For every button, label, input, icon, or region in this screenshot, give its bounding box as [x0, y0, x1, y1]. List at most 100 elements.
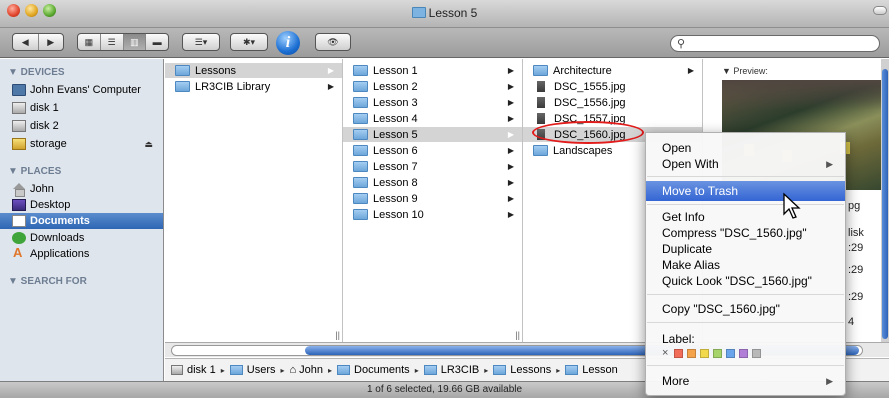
- path-crumb-john[interactable]: ⌂ John: [290, 364, 324, 376]
- sidebar-item-desktop[interactable]: Desktop: [0, 197, 163, 213]
- no-label-button[interactable]: ×: [662, 347, 668, 359]
- image-file-icon: [537, 97, 545, 108]
- back-button[interactable]: ◀: [13, 34, 39, 50]
- menu-item-open[interactable]: Open: [646, 140, 845, 156]
- list-item[interactable]: Lesson 2 ▶: [343, 79, 522, 94]
- preview-meta: 4: [848, 316, 855, 328]
- menu-item-copy[interactable]: Copy "DSC_1560.jpg": [646, 301, 845, 317]
- back-forward-buttons: ◀ ▶: [12, 33, 64, 51]
- menu-item-get-info[interactable]: Get Info: [646, 209, 845, 225]
- applications-icon: [12, 245, 26, 260]
- list-item[interactable]: Lesson 10 ▶: [343, 207, 522, 222]
- sidebar-item-storage[interactable]: storage ⏏: [0, 136, 163, 152]
- column-resize-handle[interactable]: ||: [335, 330, 340, 340]
- path-crumb-lessons[interactable]: Lessons: [493, 364, 551, 376]
- menu-separator: [647, 204, 844, 205]
- item-label: Lesson 10: [373, 208, 424, 221]
- arrange-icon: ☰▾: [194, 36, 208, 47]
- path-crumb-disk-1[interactable]: disk 1: [171, 364, 216, 376]
- arrange-button[interactable]: ☰▾: [182, 33, 220, 51]
- list-item[interactable]: Lesson 8 ▶: [343, 175, 522, 190]
- chevron-right-icon: ▶: [327, 66, 334, 75]
- menu-item-make-alias[interactable]: Make Alias: [646, 257, 845, 273]
- menu-item-more[interactable]: More ▶: [646, 373, 845, 389]
- path-crumb-lesson[interactable]: Lesson: [565, 364, 618, 376]
- column-view-button[interactable]: ▥: [123, 34, 147, 50]
- label-purple-swatch[interactable]: [739, 348, 749, 358]
- folder-icon: [337, 365, 351, 375]
- documents-icon: [12, 215, 26, 227]
- list-item[interactable]: Lesson 4 ▶: [343, 111, 522, 126]
- item-label: LR3CIB Library: [195, 80, 271, 93]
- sidebar-item-disk-2[interactable]: disk 2: [0, 118, 163, 134]
- folder-icon: [353, 145, 368, 156]
- menu-item-compress[interactable]: Compress "DSC_1560.jpg": [646, 225, 845, 241]
- list-item[interactable]: Lesson 3 ▶: [343, 95, 522, 110]
- eject-icon[interactable]: ⏏: [144, 139, 153, 150]
- menu-item-quick-look[interactable]: Quick Look "DSC_1560.jpg": [646, 273, 845, 289]
- places-heading[interactable]: ▼ PLACES: [8, 166, 61, 177]
- forward-button[interactable]: ▶: [39, 34, 64, 50]
- list-item[interactable]: Lesson 9 ▶: [343, 191, 522, 206]
- quick-look-button[interactable]: 👁: [315, 33, 351, 51]
- list-view-button[interactable]: ☰: [101, 34, 124, 50]
- folder-icon: [353, 193, 368, 204]
- vertical-scrollbar[interactable]: [881, 59, 889, 342]
- folder-icon: [565, 365, 579, 375]
- label-gray-swatch[interactable]: [752, 348, 762, 358]
- list-item[interactable]: Lesson 1 ▶: [343, 63, 522, 78]
- search-for-heading[interactable]: ▼ SEARCH FOR: [8, 276, 87, 287]
- computer-icon: [12, 84, 26, 96]
- folder-icon: [353, 65, 368, 76]
- list-item[interactable]: Lesson 7 ▶: [343, 159, 522, 174]
- sidebar-item-label: Downloads: [30, 232, 85, 244]
- list-item[interactable]: Lesson 5 ▶: [343, 127, 522, 142]
- image-file-icon: [537, 113, 545, 124]
- sidebar-item-disk-1[interactable]: disk 1: [0, 100, 163, 116]
- label-yellow-swatch[interactable]: [700, 348, 710, 358]
- view-mode-buttons: ▦ ☰ ▥ ▬: [77, 33, 169, 51]
- menu-separator: [647, 365, 844, 366]
- item-label: Lesson 4: [373, 112, 418, 125]
- list-item[interactable]: LR3CIB Library ▶: [165, 79, 342, 94]
- sidebar-item-downloads[interactable]: Downloads: [0, 230, 163, 246]
- sidebar-item-documents[interactable]: Documents: [0, 213, 163, 229]
- info-button[interactable]: i: [276, 31, 300, 55]
- item-label: Lessons: [195, 64, 236, 77]
- list-item[interactable]: Architecture ▶: [523, 63, 702, 78]
- list-item[interactable]: Lessons ▶: [165, 63, 342, 78]
- submenu-arrow-icon: ▶: [826, 158, 833, 169]
- search-input[interactable]: ⚲: [670, 35, 880, 52]
- menu-item-duplicate[interactable]: Duplicate: [646, 241, 845, 257]
- path-crumb-documents[interactable]: Documents: [337, 364, 410, 376]
- label-blue-swatch[interactable]: [726, 348, 736, 358]
- icon-view-button[interactable]: ▦: [78, 34, 101, 50]
- coverflow-view-button[interactable]: ▬: [146, 34, 168, 50]
- sidebar-item-label: Applications: [30, 248, 90, 260]
- label-green-swatch[interactable]: [713, 348, 723, 358]
- label-orange-swatch[interactable]: [687, 348, 697, 358]
- devices-heading[interactable]: ▼ DEVICES: [8, 67, 65, 78]
- chevron-right-icon: ▶: [507, 114, 514, 123]
- menu-item-move-to-trash[interactable]: Move to Trash: [646, 181, 845, 201]
- label-red-swatch[interactable]: [674, 348, 684, 358]
- sidebar-item-john[interactable]: John: [0, 181, 163, 197]
- action-button[interactable]: ✱▾: [230, 33, 268, 51]
- path-crumb-users[interactable]: Users: [229, 364, 276, 376]
- list-item[interactable]: Lesson 6 ▶: [343, 143, 522, 158]
- column-resize-handle[interactable]: ||: [515, 330, 520, 340]
- scroll-thumb[interactable]: [882, 69, 888, 339]
- list-item[interactable]: DSC_1555.jpg: [523, 79, 702, 94]
- menu-item-open-with[interactable]: Open With ▶: [646, 156, 845, 172]
- preview-heading[interactable]: ▼ Preview:: [722, 66, 768, 76]
- sidebar-item-applications[interactable]: Applications: [0, 245, 163, 262]
- item-label: DSC_1556.jpg: [554, 96, 626, 109]
- sidebar-item-computer[interactable]: John Evans' Computer: [0, 82, 163, 98]
- toolbar-toggle-button[interactable]: [873, 6, 887, 15]
- disk-icon: [12, 102, 26, 114]
- folder-icon: [175, 65, 190, 76]
- list-item[interactable]: DSC_1556.jpg: [523, 95, 702, 110]
- path-separator: ▸: [414, 365, 419, 375]
- path-crumb-lr3cib[interactable]: LR3CIB: [423, 364, 479, 376]
- folder-icon: [533, 145, 548, 156]
